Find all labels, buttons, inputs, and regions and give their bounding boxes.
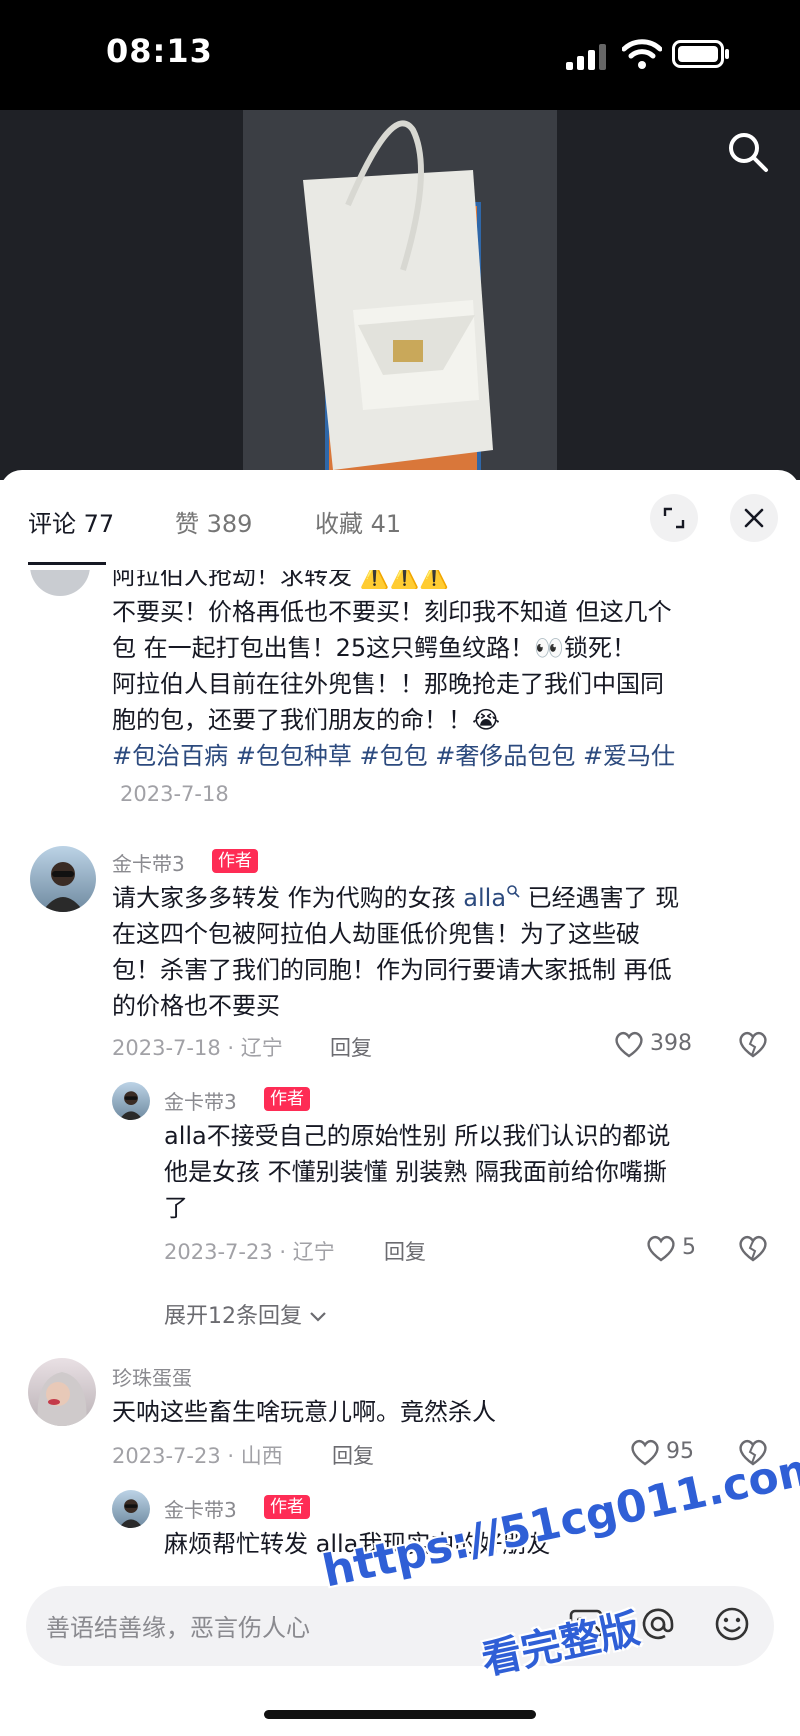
search-icon[interactable] — [726, 130, 770, 174]
commenter-name[interactable]: 金卡带3 — [112, 848, 185, 877]
like-count: 95 — [666, 1439, 694, 1464]
reply-button[interactable]: 回复 — [332, 1440, 374, 1470]
close-icon — [744, 508, 764, 528]
reply-button[interactable]: 回复 — [330, 1032, 372, 1062]
expand-replies-button[interactable]: 展开12条回复 — [164, 1298, 327, 1330]
reply-button[interactable]: 回复 — [384, 1236, 426, 1266]
status-bar: 08:13 — [0, 0, 800, 110]
author-tag: 作者 — [264, 1087, 310, 1111]
avatar[interactable] — [28, 1358, 96, 1426]
comment-list[interactable]: 阿拉伯人抢劫！求转发 ⚠️⚠️⚠️ 不要买！价格再低也不要买！刻印我不知道 但这… — [0, 570, 800, 1580]
avatar-person-icon — [42, 862, 84, 912]
comment-date-location: 2023-7-18 · 辽宁 — [112, 1036, 283, 1060]
like-button[interactable]: 5 — [646, 1234, 716, 1264]
comment-date: 2023-7-18 — [120, 782, 229, 806]
heart-icon — [615, 1031, 643, 1058]
battery-icon — [672, 40, 729, 68]
tab-favorites[interactable]: 收藏 41 — [315, 504, 401, 539]
comment-text: 天呐这些畜生啥玩意儿啊。竟然杀人 — [112, 1398, 496, 1426]
avatar[interactable] — [112, 1082, 150, 1120]
comment-line: 的价格也不要买 — [112, 992, 280, 1020]
comment-text: 阿拉伯人抢劫！求转发 ⚠️⚠️⚠️ 不要买！价格再低也不要买！刻印我不知道 但这… — [112, 570, 772, 774]
comment-line: 请大家多多转发 作为代购的女孩 alla 已经遇害了 现 — [112, 880, 782, 916]
search-small-icon — [507, 885, 520, 898]
broken-heart-icon[interactable] — [738, 1030, 768, 1058]
comment-line: 了 — [164, 1194, 188, 1222]
expand-button[interactable] — [650, 494, 698, 542]
like-count: 398 — [650, 1031, 692, 1056]
hashtags[interactable]: #包治百病 #包包种草 #包包 #奢侈品包包 #爱马仕 — [112, 738, 772, 774]
like-button[interactable]: 95 — [630, 1438, 710, 1468]
active-tab-indicator — [28, 562, 106, 565]
wifi-icon — [622, 39, 662, 69]
mention-text: alla — [463, 884, 507, 912]
expand-icon — [663, 507, 685, 529]
cellular-signal-icon — [566, 44, 606, 70]
video-player[interactable] — [0, 110, 800, 480]
avatar-person-icon — [37, 1372, 87, 1426]
avatar[interactable] — [112, 1490, 150, 1528]
commenter-name[interactable]: 珍珠蛋蛋 — [112, 1362, 192, 1391]
comment-line-part: 请大家多多转发 作为代购的女孩 — [112, 884, 456, 912]
mention-link[interactable]: alla — [463, 884, 520, 912]
heart-icon — [647, 1235, 675, 1262]
comment-line: 他是女孩 不懂别装懂 别装熟 隔我面前给你嘴撕 — [164, 1158, 667, 1186]
expand-replies-label: 展开12条回复 — [164, 1304, 302, 1329]
broken-heart-icon[interactable] — [738, 1234, 768, 1262]
avatar-person-icon — [118, 1499, 144, 1528]
heart-icon — [631, 1439, 659, 1466]
comment-line: 不要买！价格再低也不要买！刻印我不知道 但这几个 — [112, 598, 672, 626]
like-button[interactable]: 398 — [614, 1030, 704, 1060]
status-time: 08:13 — [106, 32, 213, 70]
commenter-name[interactable]: 金卡带3 — [164, 1086, 237, 1115]
comment-line: 胞的包，还要了我们朋友的命！！😭 — [112, 706, 501, 734]
at-mention-icon[interactable] — [638, 1604, 678, 1644]
tab-comments[interactable]: 评论 77 — [28, 504, 114, 539]
home-indicator — [264, 1710, 536, 1719]
tab-likes[interactable]: 赞 389 — [175, 504, 252, 539]
author-tag: 作者 — [212, 849, 258, 873]
avatar[interactable] — [30, 846, 96, 912]
bag-illustration — [243, 110, 557, 480]
comment-line: 包！杀害了我们的同胞！作为同行要请大家抵制 再低 — [112, 956, 672, 984]
author-tag: 作者 — [264, 1495, 310, 1519]
comment-line: alla不接受自己的原始性别 所以我们认识的都说 — [164, 1122, 671, 1150]
like-count: 5 — [682, 1235, 696, 1260]
bag-photo — [243, 110, 557, 480]
comment-tabs: 评论 77 赞 389 收藏 41 — [0, 470, 800, 570]
comment-text: alla不接受自己的原始性别 所以我们认识的都说 他是女孩 不懂别装懂 别装熟 … — [164, 1118, 784, 1226]
comment-date-location: 2023-7-23 · 山西 — [112, 1444, 283, 1468]
chevron-down-icon — [310, 1312, 326, 1322]
emoji-icon[interactable] — [712, 1604, 752, 1644]
comment-text: 请大家多多转发 作为代购的女孩 alla 已经遇害了 现 在这四个包被阿拉伯人劫… — [112, 880, 782, 1024]
comment-date-location: 2023-7-23 · 辽宁 — [164, 1240, 335, 1264]
close-button[interactable] — [730, 494, 778, 542]
avatar-person-icon — [118, 1091, 144, 1120]
avatar[interactable] — [30, 570, 90, 596]
comment-line-part: 已经遇害了 现 — [520, 884, 680, 912]
comment-input[interactable]: 善语结善缘，恶言伤人心 — [26, 1586, 774, 1666]
comment-line: 在这四个包被阿拉伯人劫匪低价兜售！为了这些破 — [112, 920, 640, 948]
comment-input-placeholder: 善语结善缘，恶言伤人心 — [46, 1614, 310, 1642]
comment-line: 包 在一起打包出售！25这只鳄鱼纹路！👀锁死！ — [112, 634, 637, 662]
comment-line: 阿拉伯人目前在往外兜售！！那晚抢走了我们中国同 — [112, 670, 664, 698]
commenter-name[interactable]: 金卡带3 — [164, 1494, 237, 1523]
comment-line: 阿拉伯人抢劫！求转发 ⚠️⚠️⚠️ — [112, 570, 450, 590]
